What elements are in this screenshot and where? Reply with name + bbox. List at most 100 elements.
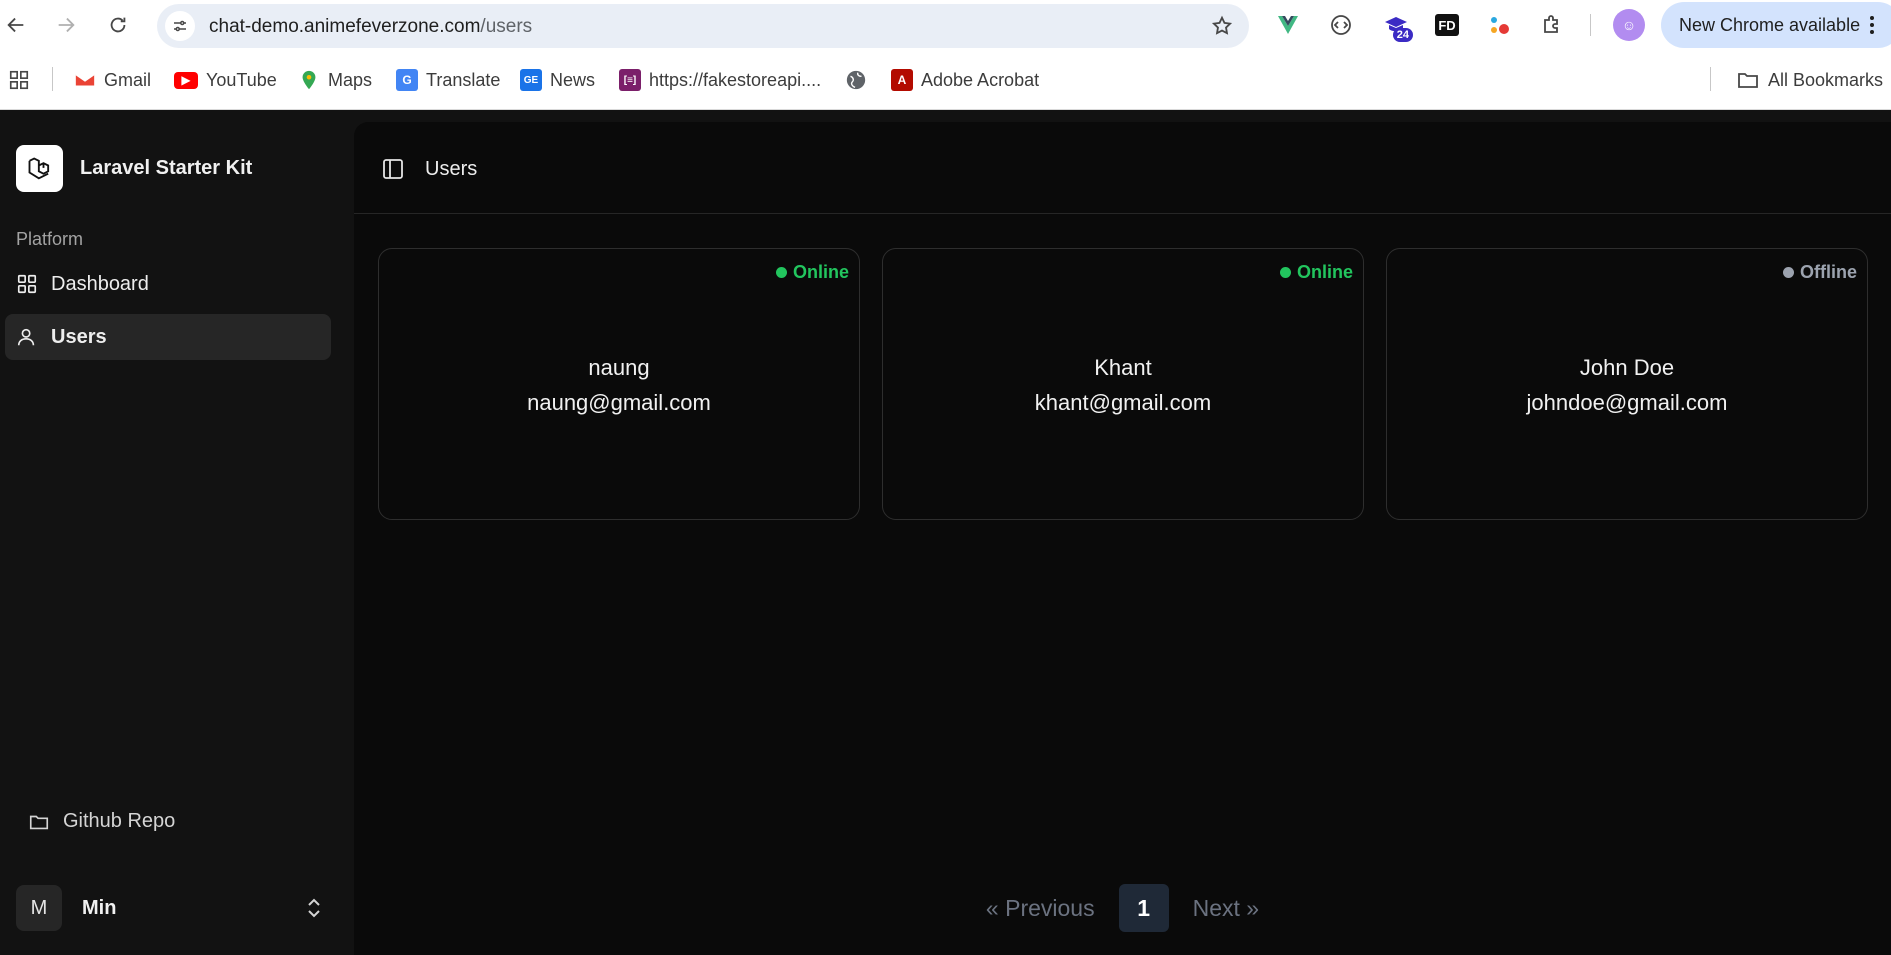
news-icon: GE [520, 69, 542, 91]
forward-button[interactable] [50, 9, 82, 41]
apps-grid-icon [9, 70, 29, 90]
profile-avatar[interactable]: ☺ [1613, 9, 1645, 41]
extension-badge: 24 [1392, 28, 1413, 42]
graduation-extension[interactable]: 24 [1381, 10, 1413, 42]
bookmark-adobe-acrobat[interactable]: A Adobe Acrobat [891, 66, 1039, 94]
globe-icon [846, 70, 866, 90]
user-email: khant@gmail.com [1034, 390, 1212, 415]
bookmark-label: Maps [328, 69, 373, 90]
bookmark-label: https://fakestoreapi.... [649, 69, 822, 90]
user-name: Min [82, 896, 117, 919]
arrow-right-icon [58, 17, 75, 33]
user-menu-button[interactable]: M Min [16, 885, 326, 931]
users-icon [17, 328, 35, 346]
laravel-logo-icon[interactable] [16, 145, 63, 192]
browser-toolbar: chat-demo.animefeverzone.com/users 24 FD… [0, 0, 1891, 50]
url-host: chat-demo.animefeverzone.com [209, 16, 481, 37]
scissors-icon [1491, 17, 1509, 34]
toolbar-divider [1590, 14, 1591, 36]
translate-icon: G [396, 69, 418, 91]
reload-icon [110, 17, 126, 33]
status-badge: Online [775, 262, 849, 283]
bookmark-label: YouTube [206, 69, 277, 90]
tune-icon [174, 20, 186, 32]
user-card[interactable]: Online Khant khant@gmail.com [882, 248, 1364, 520]
user-email: naung@gmail.com [527, 390, 711, 415]
status-text: Online [1296, 262, 1353, 282]
bookmarks-bar: Gmail ▶ YouTube Maps G Translate GE News… [0, 50, 1891, 110]
all-bookmarks-label: All Bookmarks [1768, 69, 1884, 90]
fd-extension[interactable]: FD [1432, 10, 1462, 40]
vue-devtools-extension[interactable] [1273, 10, 1303, 40]
sidebar-group-label: Platform [16, 229, 84, 249]
bookmark-star-icon[interactable] [1211, 15, 1233, 37]
user-name: John Doe [1579, 355, 1675, 380]
all-bookmarks-button[interactable]: All Bookmarks [1736, 66, 1883, 94]
pagination: « Previous 1 Next » [354, 884, 1891, 932]
user-email: johndoe@gmail.com [1526, 390, 1728, 415]
bookmark-label: News [550, 69, 596, 90]
back-button[interactable] [0, 9, 32, 41]
url-text: chat-demo.animefeverzone.com/users [209, 16, 532, 38]
puzzle-icon [1544, 15, 1558, 33]
status-dot [1279, 267, 1291, 278]
brand-name[interactable]: Laravel Starter Kit [80, 157, 252, 180]
status-dot [1783, 267, 1794, 278]
acrobat-icon: A [891, 69, 913, 91]
bookmark-youtube[interactable]: ▶ YouTube [174, 66, 277, 94]
bookmark-fakestoreapi[interactable]: [≡] https://fakestoreapi.... [619, 66, 821, 94]
bookmark-translate[interactable]: G Translate [396, 66, 500, 94]
next-page-link[interactable]: Next » [1193, 895, 1259, 922]
chrome-menu-icon[interactable] [1862, 10, 1882, 40]
main-header: Users [354, 122, 1891, 214]
user-card[interactable]: Offline John Doe johndoe@gmail.com [1386, 248, 1868, 520]
bookmark-maps[interactable]: Maps [298, 66, 372, 94]
bookmarks-divider [1710, 67, 1711, 91]
github-repo-link[interactable]: Github Repo [28, 810, 175, 833]
arrow-left-icon [7, 17, 24, 33]
sidebar-item-label: Users [51, 325, 107, 348]
scissors-extension[interactable] [1484, 10, 1514, 40]
status-dot [775, 267, 787, 278]
new-chrome-available-button[interactable]: New Chrome available [1661, 2, 1891, 48]
site-info-button[interactable] [165, 11, 195, 41]
sidebar: Laravel Starter Kit Platform Dashboard U… [0, 110, 354, 955]
maps-icon [302, 70, 316, 90]
chevrons-up-down-icon [308, 898, 320, 918]
status-badge: Online [1279, 262, 1353, 283]
sidebar-toggle-icon[interactable] [381, 157, 405, 181]
bookmark-label: Translate [426, 69, 501, 90]
apps-button[interactable] [8, 66, 30, 94]
bookmark-gmail[interactable]: Gmail [74, 66, 151, 94]
folder-icon [1738, 73, 1758, 88]
current-page-button[interactable]: 1 [1118, 884, 1169, 932]
bookmark-news[interactable]: GE News [520, 66, 595, 94]
previous-page-link[interactable]: « Previous [986, 895, 1095, 922]
brackets-icon [1331, 15, 1351, 35]
bookmarks-divider [52, 67, 53, 91]
status-text: Online [792, 262, 849, 282]
sidebar-item-users[interactable]: Users [5, 314, 331, 360]
code-extension[interactable] [1326, 10, 1356, 40]
user-name: naung [588, 355, 650, 380]
extensions-button[interactable] [1537, 10, 1567, 40]
sidebar-item-label: Dashboard [51, 272, 149, 295]
user-name: Khant [1094, 355, 1152, 380]
new-chrome-label: New Chrome available [1679, 14, 1861, 35]
user-card[interactable]: Online naung naung@gmail.com [378, 248, 860, 520]
breadcrumb[interactable]: Users [425, 158, 477, 181]
sidebar-item-dashboard[interactable]: Dashboard [5, 261, 331, 307]
address-bar[interactable]: chat-demo.animefeverzone.com/users [157, 4, 1249, 48]
folder-icon [29, 815, 49, 829]
avatar: M [16, 885, 62, 931]
youtube-icon: ▶ [174, 71, 198, 89]
reload-button[interactable] [102, 9, 134, 41]
fakestore-icon: [≡] [619, 69, 641, 91]
bookmark-label: Gmail [104, 69, 152, 90]
github-repo-label: Github Repo [63, 810, 176, 832]
bookmark-globe[interactable] [845, 66, 867, 94]
gmail-icon [75, 73, 95, 86]
bookmark-label: Adobe Acrobat [921, 69, 1040, 90]
status-badge: Offline [1783, 262, 1857, 283]
status-text: Offline [1800, 262, 1857, 282]
